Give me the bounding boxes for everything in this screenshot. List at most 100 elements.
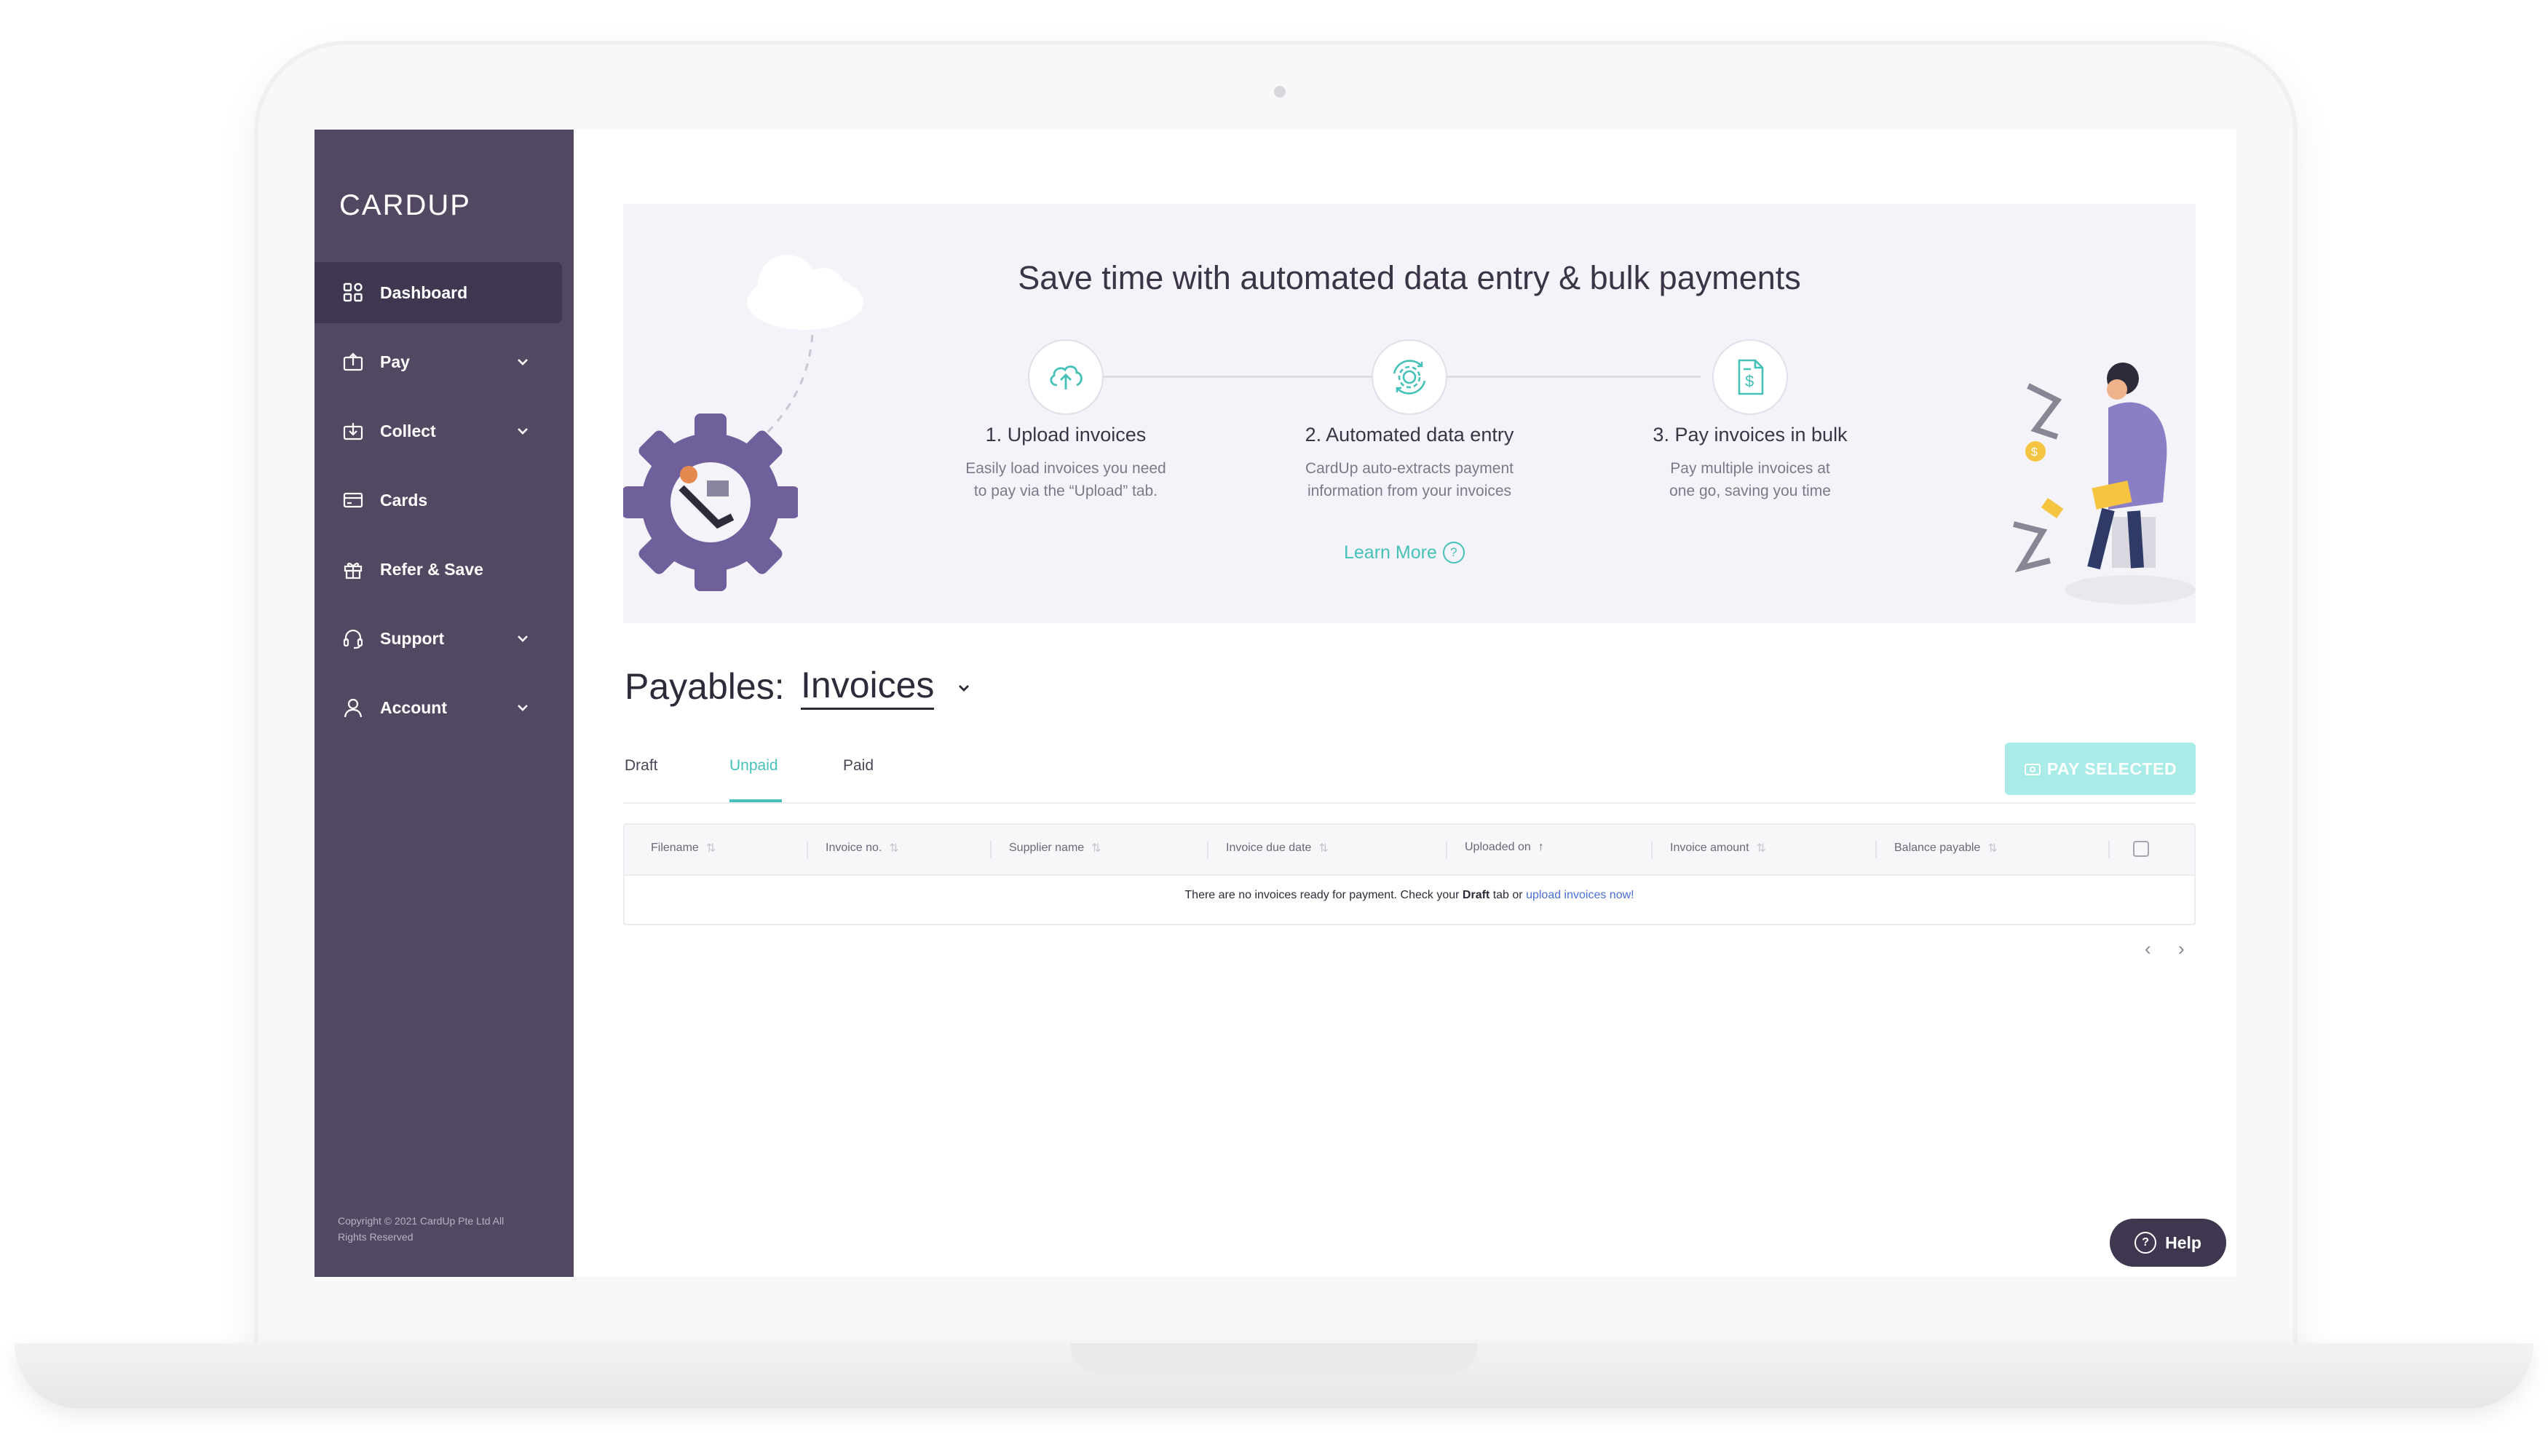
- column-header-supplier-name[interactable]: Supplier name ⇅: [1009, 841, 1101, 855]
- question-circle-icon: ?: [2134, 1232, 2157, 1254]
- step-connector: [1417, 376, 1701, 378]
- sidebar-item-refer-save[interactable]: Refer & Save: [314, 539, 562, 600]
- pagination-prev-button[interactable]: ‹: [2145, 938, 2151, 960]
- sort-asc-icon: ↑: [1538, 841, 1544, 853]
- learn-more-link[interactable]: Learn More ?: [1344, 542, 1465, 563]
- person-illustration: $: [2013, 363, 2196, 604]
- empty-message-text: tab or: [1489, 889, 1527, 901]
- laptop-base-notch: [1070, 1343, 1478, 1374]
- grid-icon: [341, 280, 365, 305]
- column-header-invoice-due-date[interactable]: Invoice due date ⇅: [1226, 841, 1329, 855]
- sort-icon: ⇅: [1756, 842, 1766, 855]
- active-tab-indicator: [729, 799, 782, 802]
- column-header-invoice-amount[interactable]: Invoice amount ⇅: [1670, 841, 1766, 855]
- empty-message-text: There are no invoices ready for payment.…: [1184, 889, 1463, 901]
- tab-unpaid[interactable]: Unpaid: [729, 757, 778, 775]
- pay-selected-button[interactable]: PAY SELECTED: [2005, 743, 2196, 795]
- column-header-invoice-no[interactable]: Invoice no. ⇅: [826, 841, 899, 855]
- column-separator: [807, 841, 808, 858]
- sort-icon: ⇅: [1318, 842, 1329, 855]
- tab-paid[interactable]: Paid: [843, 757, 874, 775]
- tab-draft[interactable]: Draft: [625, 757, 658, 775]
- sort-icon: ⇅: [705, 842, 716, 855]
- headset-icon: [341, 626, 365, 651]
- upload-invoices-link[interactable]: upload invoices now!: [1526, 889, 1634, 901]
- cardup-logo[interactable]: CARDUP: [339, 189, 471, 222]
- draft-tab-mention: Draft: [1462, 889, 1490, 901]
- select-all-checkbox[interactable]: [2133, 841, 2149, 857]
- column-separator: [990, 841, 992, 858]
- column-header-uploaded-on[interactable]: Uploaded on ↑: [1465, 841, 1544, 854]
- sidebar-item-label: Support: [380, 628, 445, 648]
- app-screen: CARDUP Dashboard Pay Collect Cards Refer…: [314, 130, 2236, 1277]
- column-header-balance-payable[interactable]: Balance payable ⇅: [1894, 841, 1998, 855]
- sidebar-item-collect[interactable]: Collect: [314, 400, 562, 462]
- help-button[interactable]: ? Help: [2110, 1219, 2226, 1267]
- sidebar-item-label: Collect: [380, 421, 436, 440]
- learn-more-label: Learn More: [1344, 542, 1437, 563]
- gear-illustration: [623, 414, 798, 591]
- sidebar-item-dashboard[interactable]: Dashboard: [314, 262, 562, 323]
- column-label: Supplier name: [1009, 842, 1085, 854]
- chevron-down-icon[interactable]: [513, 421, 533, 441]
- card-icon: [341, 488, 365, 513]
- column-separator: [1446, 841, 1447, 858]
- gear-sync-icon: [1393, 360, 1426, 395]
- svg-text:$: $: [2031, 446, 2038, 459]
- cloud-upload-icon: [1050, 365, 1083, 389]
- svg-text:$: $: [1745, 372, 1754, 390]
- gift-icon: [341, 557, 365, 582]
- payables-type-select[interactable]: Invoices: [801, 664, 935, 710]
- column-label: Balance payable: [1894, 842, 1981, 854]
- sort-icon: ⇅: [1987, 842, 1998, 855]
- sidebar-item-pay[interactable]: Pay: [314, 331, 562, 392]
- invoices-table: Filename ⇅ Invoice no. ⇅ Supplier name ⇅ In…: [623, 823, 2196, 925]
- column-label: Uploaded on: [1465, 841, 1531, 853]
- step-1-circle: [1028, 339, 1104, 415]
- chevron-down-icon[interactable]: [513, 352, 533, 372]
- sidebar-item-cards[interactable]: Cards: [314, 470, 562, 531]
- pagination-next-button[interactable]: ›: [2178, 938, 2185, 960]
- sidebar: CARDUP Dashboard Pay Collect Cards Refer…: [314, 130, 574, 1277]
- step-2-circle: [1372, 339, 1447, 415]
- step-2-desc: CardUp auto-extracts payment information…: [1305, 460, 1514, 499]
- tab-divider: [623, 802, 2196, 804]
- step-3-desc: Pay multiple invoices at one go, saving …: [1669, 460, 1831, 499]
- wallet-up-icon: [341, 349, 365, 374]
- sidebar-item-account[interactable]: Account: [314, 677, 562, 738]
- sidebar-item-label: Refer & Save: [380, 559, 483, 579]
- chevron-down-icon[interactable]: [513, 628, 533, 649]
- wallet-down-icon: [341, 419, 365, 443]
- wallet-icon: [2024, 764, 2041, 775]
- chevron-down-icon[interactable]: [513, 697, 533, 718]
- promo-banner: $ Save time with automated data entry & …: [623, 204, 2196, 623]
- step-3-circle: $: [1712, 339, 1788, 415]
- column-header-filename[interactable]: Filename ⇅: [651, 841, 716, 855]
- camera-dot: [1274, 86, 1286, 98]
- sort-icon: ⇅: [889, 842, 899, 855]
- column-separator: [1875, 841, 1877, 858]
- sidebar-item-support[interactable]: Support: [314, 608, 562, 669]
- user-icon: [341, 695, 365, 720]
- sidebar-item-label: Account: [380, 697, 447, 717]
- page-title: Payables:: [625, 666, 785, 707]
- sort-icon: ⇅: [1091, 842, 1101, 855]
- column-label: Invoice due date: [1226, 842, 1312, 854]
- column-label: Filename: [651, 842, 699, 854]
- step-1-title: 1. Upload invoices: [985, 424, 1147, 446]
- help-label: Help: [2165, 1233, 2201, 1252]
- question-circle-icon: ?: [1442, 542, 1465, 563]
- sidebar-item-label: Dashboard: [380, 282, 468, 302]
- pay-selected-label: PAY SELECTED: [2046, 759, 2177, 778]
- copyright-text: Copyright © 2021 CardUp Pte Ltd All Righ…: [338, 1215, 505, 1243]
- banner-title: Save time with automated data entry & bu…: [1018, 259, 1801, 296]
- sidebar-item-label: Cards: [380, 490, 428, 510]
- step-2-title: 2. Automated data entry: [1305, 424, 1514, 446]
- column-label: Invoice no.: [826, 842, 882, 854]
- step-3-title: 3. Pay invoices in bulk: [1653, 424, 1848, 446]
- chevron-down-icon[interactable]: [955, 679, 973, 697]
- step-1-desc: Easily load invoices you need to pay via…: [965, 460, 1166, 499]
- column-separator: [1207, 841, 1208, 858]
- invoice-dollar-icon: $: [1738, 359, 1764, 395]
- column-separator: [1651, 841, 1653, 858]
